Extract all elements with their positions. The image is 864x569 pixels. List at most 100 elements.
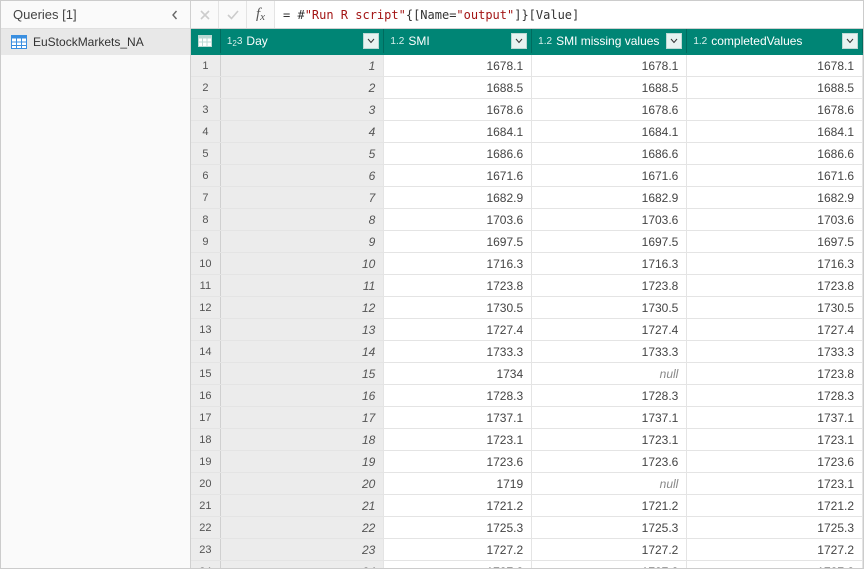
formula-input[interactable]: = #"Run R script"{[Name="output"]}[Value… xyxy=(275,1,863,28)
cell-smi-missing[interactable]: 1725.3 xyxy=(532,517,687,538)
column-header-day[interactable]: 123 Day xyxy=(221,29,385,53)
row-number[interactable]: 20 xyxy=(191,473,221,494)
table-row[interactable]: 20201719null1723.1 xyxy=(191,473,863,495)
cell-completedvalues[interactable]: 1678.1 xyxy=(687,55,863,76)
cell-completedvalues[interactable]: 1716.3 xyxy=(687,253,863,274)
column-header-completedvalues[interactable]: 1.2 completedValues xyxy=(687,29,863,53)
row-number[interactable]: 15 xyxy=(191,363,221,384)
grid-body[interactable]: 111678.11678.11678.1221688.51688.51688.5… xyxy=(191,55,863,568)
select-all-corner[interactable] xyxy=(191,29,221,53)
row-number[interactable]: 3 xyxy=(191,99,221,120)
cell-smi-missing[interactable]: 1733.3 xyxy=(532,341,687,362)
cell-smi[interactable]: 1723.1 xyxy=(384,429,532,450)
cell-smi-missing[interactable]: null xyxy=(532,473,687,494)
table-row[interactable]: 23231727.21727.21727.2 xyxy=(191,539,863,561)
cell-smi[interactable]: 1733.3 xyxy=(384,341,532,362)
cell-completedvalues[interactable]: 1686.6 xyxy=(687,143,863,164)
cell-day[interactable]: 22 xyxy=(221,517,385,538)
column-header-smi[interactable]: 1.2 SMI xyxy=(384,29,532,53)
table-row[interactable]: 881703.61703.61703.6 xyxy=(191,209,863,231)
table-row[interactable]: 12121730.51730.51730.5 xyxy=(191,297,863,319)
table-row[interactable]: 11111723.81723.81723.8 xyxy=(191,275,863,297)
cell-smi-missing[interactable]: 1678.1 xyxy=(532,55,687,76)
table-row[interactable]: 14141733.31733.31733.3 xyxy=(191,341,863,363)
row-number[interactable]: 24 xyxy=(191,561,221,568)
cell-completedvalues[interactable]: 1725.3 xyxy=(687,517,863,538)
row-number[interactable]: 5 xyxy=(191,143,221,164)
cell-day[interactable]: 16 xyxy=(221,385,385,406)
cell-smi-missing[interactable]: null xyxy=(532,363,687,384)
row-number[interactable]: 23 xyxy=(191,539,221,560)
cell-day[interactable]: 9 xyxy=(221,231,385,252)
row-number[interactable]: 14 xyxy=(191,341,221,362)
cell-smi[interactable]: 1716.3 xyxy=(384,253,532,274)
row-number[interactable]: 18 xyxy=(191,429,221,450)
cell-smi[interactable]: 1671.6 xyxy=(384,165,532,186)
cell-smi-missing[interactable]: 1730.5 xyxy=(532,297,687,318)
cell-completedvalues[interactable]: 1723.1 xyxy=(687,473,863,494)
cell-day[interactable]: 21 xyxy=(221,495,385,516)
table-row[interactable]: 13131727.41727.41727.4 xyxy=(191,319,863,341)
cell-day[interactable]: 5 xyxy=(221,143,385,164)
table-row[interactable]: 771682.91682.91682.9 xyxy=(191,187,863,209)
table-row[interactable]: 22221725.31725.31725.3 xyxy=(191,517,863,539)
cell-day[interactable]: 6 xyxy=(221,165,385,186)
table-row[interactable]: 24241727.21727.21727.2 xyxy=(191,561,863,568)
row-number[interactable]: 6 xyxy=(191,165,221,186)
cell-completedvalues[interactable]: 1723.1 xyxy=(687,429,863,450)
table-row[interactable]: 111678.11678.11678.1 xyxy=(191,55,863,77)
cell-smi-missing[interactable]: 1671.6 xyxy=(532,165,687,186)
row-number[interactable]: 19 xyxy=(191,451,221,472)
cell-day[interactable]: 13 xyxy=(221,319,385,340)
column-filter-dropdown[interactable] xyxy=(666,33,682,49)
cell-completedvalues[interactable]: 1727.4 xyxy=(687,319,863,340)
table-row[interactable]: 16161728.31728.31728.3 xyxy=(191,385,863,407)
cell-completedvalues[interactable]: 1697.5 xyxy=(687,231,863,252)
cell-day[interactable]: 3 xyxy=(221,99,385,120)
row-number[interactable]: 9 xyxy=(191,231,221,252)
cell-smi-missing[interactable]: 1728.3 xyxy=(532,385,687,406)
cell-smi[interactable]: 1725.3 xyxy=(384,517,532,538)
cell-completedvalues[interactable]: 1728.3 xyxy=(687,385,863,406)
cell-completedvalues[interactable]: 1678.6 xyxy=(687,99,863,120)
cell-completedvalues[interactable]: 1723.6 xyxy=(687,451,863,472)
row-number[interactable]: 13 xyxy=(191,319,221,340)
cell-day[interactable]: 23 xyxy=(221,539,385,560)
cell-smi[interactable]: 1727.2 xyxy=(384,539,532,560)
cell-completedvalues[interactable]: 1688.5 xyxy=(687,77,863,98)
cell-day[interactable]: 7 xyxy=(221,187,385,208)
column-filter-dropdown[interactable] xyxy=(842,33,858,49)
cell-completedvalues[interactable]: 1727.2 xyxy=(687,539,863,560)
fx-icon[interactable]: fx xyxy=(247,1,275,28)
row-number[interactable]: 12 xyxy=(191,297,221,318)
cell-completedvalues[interactable]: 1723.8 xyxy=(687,363,863,384)
cell-smi[interactable]: 1697.5 xyxy=(384,231,532,252)
cell-smi-missing[interactable]: 1686.6 xyxy=(532,143,687,164)
cell-completedvalues[interactable]: 1727.2 xyxy=(687,561,863,568)
cell-day[interactable]: 14 xyxy=(221,341,385,362)
cell-completedvalues[interactable]: 1682.9 xyxy=(687,187,863,208)
row-number[interactable]: 1 xyxy=(191,55,221,76)
row-number[interactable]: 8 xyxy=(191,209,221,230)
cell-smi-missing[interactable]: 1682.9 xyxy=(532,187,687,208)
cell-smi-missing[interactable]: 1727.2 xyxy=(532,561,687,568)
cell-day[interactable]: 11 xyxy=(221,275,385,296)
row-number[interactable]: 4 xyxy=(191,121,221,142)
cell-smi-missing[interactable]: 1703.6 xyxy=(532,209,687,230)
table-row[interactable]: 19191723.61723.61723.6 xyxy=(191,451,863,473)
cell-day[interactable]: 10 xyxy=(221,253,385,274)
cell-completedvalues[interactable]: 1730.5 xyxy=(687,297,863,318)
cell-smi[interactable]: 1728.3 xyxy=(384,385,532,406)
cell-smi-missing[interactable]: 1723.8 xyxy=(532,275,687,296)
table-row[interactable]: 21211721.21721.21721.2 xyxy=(191,495,863,517)
cell-smi[interactable]: 1723.6 xyxy=(384,451,532,472)
cell-smi[interactable]: 1686.6 xyxy=(384,143,532,164)
row-number[interactable]: 22 xyxy=(191,517,221,538)
cell-smi[interactable]: 1721.2 xyxy=(384,495,532,516)
cell-smi[interactable]: 1727.2 xyxy=(384,561,532,568)
cell-completedvalues[interactable]: 1703.6 xyxy=(687,209,863,230)
cell-day[interactable]: 8 xyxy=(221,209,385,230)
collapse-pane-icon[interactable] xyxy=(168,8,182,22)
cell-smi[interactable]: 1688.5 xyxy=(384,77,532,98)
row-number[interactable]: 21 xyxy=(191,495,221,516)
